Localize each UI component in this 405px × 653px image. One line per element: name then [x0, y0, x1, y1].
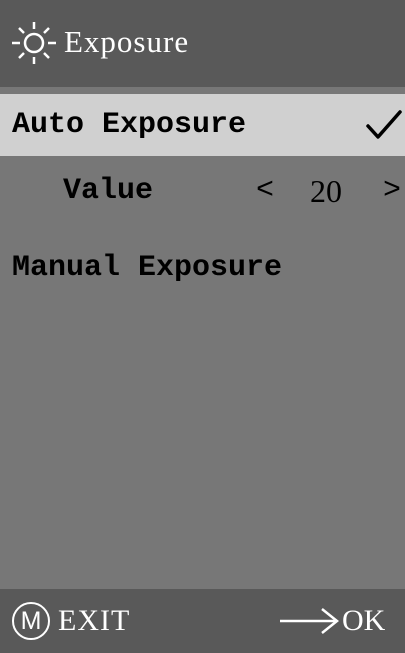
- page-title: Exposure: [64, 24, 190, 59]
- sun-icon: [12, 22, 56, 64]
- menu-item-auto-exposure[interactable]: Auto Exposure: [0, 94, 405, 156]
- footer-bar: M EXIT OK: [0, 589, 405, 653]
- increase-arrow-icon[interactable]: >: [383, 160, 401, 222]
- menu-item-label: Manual Exposure: [12, 251, 283, 285]
- right-arrow-icon: [280, 608, 340, 634]
- header-bar: Exposure: [0, 0, 405, 87]
- value-label: Value: [63, 174, 154, 208]
- menu-item-label: Auto Exposure: [12, 108, 247, 142]
- ok-label[interactable]: OK: [342, 601, 385, 641]
- value-number: 20: [310, 173, 342, 209]
- checkmark-icon: [366, 110, 402, 139]
- menu-item-value[interactable]: Value < 20 >: [0, 160, 405, 222]
- decrease-arrow-icon[interactable]: <: [256, 160, 274, 222]
- menu-item-manual-exposure[interactable]: Manual Exposure: [0, 237, 405, 299]
- menu-button-icon[interactable]: M: [12, 602, 50, 640]
- exit-label[interactable]: EXIT: [58, 601, 130, 641]
